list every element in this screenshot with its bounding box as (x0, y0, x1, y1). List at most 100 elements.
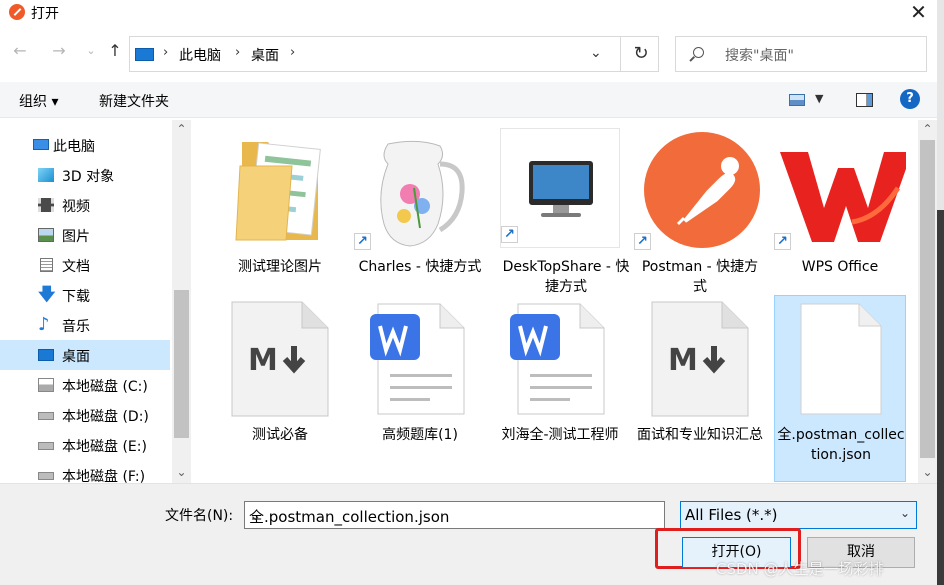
search-icon (693, 47, 704, 58)
document-icon (40, 258, 53, 272)
search-input[interactable]: 搜索"桌面" (675, 36, 927, 72)
scrollbar-thumb[interactable] (174, 290, 189, 438)
nav-label: 图片 (62, 229, 90, 245)
nav-item-desktop[interactable]: 桌面 (0, 340, 170, 370)
folder-icon (214, 128, 346, 254)
file-type-select[interactable]: All Files (*.*) ⌄ (680, 501, 917, 529)
word-file-icon (354, 296, 486, 422)
nav-label: 视频 (62, 199, 90, 215)
nav-label: 本地磁盘 (F:) (62, 469, 146, 483)
shortcut-arrow-icon: ↗ (354, 233, 371, 250)
windows-drive-icon (38, 378, 54, 392)
file-name: DeskTopShare - 快捷方式 (502, 259, 630, 295)
file-item-markdown[interactable]: M 测试必备 (214, 296, 346, 466)
drive-icon (38, 442, 54, 450)
help-icon[interactable]: ? (900, 89, 920, 109)
file-item-word-doc[interactable]: 刘海全-测试工程师 (494, 296, 626, 466)
postman-icon: ↗ (634, 128, 766, 254)
wps-icon: ↗ (774, 128, 912, 254)
up-arrow-icon[interactable]: ↑ (104, 40, 126, 62)
nav-item-documents[interactable]: 文档 (0, 250, 170, 280)
nav-label: 本地磁盘 (C:) (62, 379, 148, 395)
nav-label: 本地磁盘 (D:) (62, 409, 149, 425)
scroll-down-arrow-icon[interactable]: ⌄ (172, 463, 191, 481)
nav-item-drive-f[interactable]: 本地磁盘 (F:) (0, 460, 170, 483)
breadcrumb-chevron-icon[interactable]: › (163, 45, 168, 60)
refresh-icon[interactable]: ↻ (629, 42, 653, 66)
nav-label: 文档 (62, 259, 90, 275)
file-item-json-selected[interactable]: 全.postman_collection.json (774, 295, 906, 482)
scroll-up-arrow-icon[interactable]: ⌃ (172, 120, 191, 138)
nav-item-drive-c[interactable]: 本地磁盘 (C:) (0, 370, 170, 400)
file-item-folder[interactable]: 测试理论图片 (214, 128, 346, 298)
file-type-dropdown-icon[interactable]: ⌄ (900, 506, 910, 520)
nav-item-this-pc[interactable]: 此电脑 (0, 130, 170, 160)
markdown-file-icon: M (634, 296, 766, 422)
file-name: 测试理论图片 (238, 259, 322, 275)
back-arrow-icon[interactable]: ← (9, 40, 31, 62)
preview-pane-icon[interactable] (856, 93, 873, 107)
svg-text:M: M (248, 343, 278, 378)
file-name: WPS Office (801, 259, 879, 275)
nav-item-downloads[interactable]: 🡇 下载 (0, 280, 170, 310)
nav-item-pictures[interactable]: 图片 (0, 220, 170, 250)
nav-item-drive-d[interactable]: 本地磁盘 (D:) (0, 400, 170, 430)
address-dropdown-icon[interactable]: ⌄ (590, 45, 602, 61)
recent-locations-chevron-icon[interactable]: ⌄ (80, 40, 102, 62)
nav-item-music[interactable]: ♪ 音乐 (0, 310, 170, 340)
filename-input[interactable]: 全.postman_collection.json ⌄ (244, 501, 665, 529)
organize-menu-button[interactable]: 组织 ▾ (19, 91, 58, 111)
background-window-strip-light (937, 0, 944, 210)
view-options-dropdown-icon[interactable]: ▼ (815, 92, 823, 105)
monitor-icon: ↗ (500, 128, 620, 248)
download-icon: 🡇 (38, 285, 56, 305)
charles-pitcher-icon: ↗ (354, 128, 486, 254)
breadcrumb-this-pc[interactable]: 此电脑 (179, 45, 221, 65)
file-list-scrollbar[interactable]: ⌃ ⌄ (918, 120, 937, 483)
shortcut-arrow-icon: ↗ (634, 233, 651, 250)
breadcrumb-chevron-icon[interactable]: › (235, 45, 240, 60)
dialog-footer: 文件名(N): 全.postman_collection.json ⌄ All … (0, 483, 937, 585)
file-name: Postman - 快捷方式 (641, 259, 759, 295)
file-type-value: All Files (*.*) (685, 506, 778, 524)
breadcrumb-desktop[interactable]: 桌面 (251, 45, 279, 65)
new-folder-button[interactable]: 新建文件夹 (99, 91, 169, 111)
nav-label: 此电脑 (53, 139, 95, 155)
close-icon[interactable]: ✕ (900, 0, 937, 25)
scrollbar-thumb[interactable] (920, 140, 935, 458)
computer-icon (135, 48, 154, 61)
markdown-file-icon: M (214, 296, 346, 422)
file-item-postman-shortcut[interactable]: ↗ Postman - 快捷方式 (634, 128, 766, 298)
nav-label: 音乐 (62, 319, 90, 335)
scroll-down-arrow-icon[interactable]: ⌄ (918, 463, 937, 481)
file-name: 面试和专业知识汇总 (637, 427, 763, 443)
nav-item-3d-objects[interactable]: 3D 对象 (0, 160, 170, 190)
filename-dropdown-icon[interactable]: ⌄ (249, 506, 658, 524)
file-item-charles-shortcut[interactable]: ↗ Charles - 快捷方式 (354, 128, 486, 298)
file-item-desktopshare-shortcut[interactable]: ↗ DeskTopShare - 快捷方式 (500, 128, 632, 298)
file-item-wps-shortcut[interactable]: ↗ WPS Office (774, 128, 912, 298)
nav-item-drive-e[interactable]: 本地磁盘 (E:) (0, 430, 170, 460)
navigation-scrollbar[interactable]: ⌃ ⌄ (172, 120, 191, 483)
background-window-strip (937, 0, 944, 585)
address-bar[interactable]: › 此电脑 › 桌面 › ⌄ ↻ (129, 36, 659, 72)
scroll-up-arrow-icon[interactable]: ⌃ (918, 120, 937, 138)
forward-arrow-icon[interactable]: → (48, 40, 70, 62)
file-item-markdown[interactable]: M 面试和专业知识汇总 (634, 296, 766, 466)
nav-label: 下载 (62, 289, 90, 305)
file-item-word-doc[interactable]: 高频题库(1) (354, 296, 486, 466)
svg-text:M: M (668, 343, 698, 378)
shortcut-arrow-icon: ↗ (501, 226, 518, 243)
file-list: 测试理论图片 ↗ Charles - 快捷方式 ↗ DeskTopShare -… (190, 120, 918, 483)
breadcrumb-chevron-icon[interactable]: › (290, 45, 295, 60)
desktop-icon (38, 349, 54, 361)
command-toolbar: 组织 ▾ 新建文件夹 ▼ ? (0, 82, 937, 118)
file-name: 全.postman_collection.json (777, 427, 905, 463)
drive-icon (38, 412, 54, 420)
computer-icon (33, 139, 49, 150)
change-view-icon[interactable] (789, 94, 805, 106)
shortcut-arrow-icon: ↗ (774, 233, 791, 250)
nav-item-videos[interactable]: 视频 (0, 190, 170, 220)
nav-label: 本地磁盘 (E:) (62, 439, 147, 455)
file-name: Charles - 快捷方式 (358, 259, 482, 275)
